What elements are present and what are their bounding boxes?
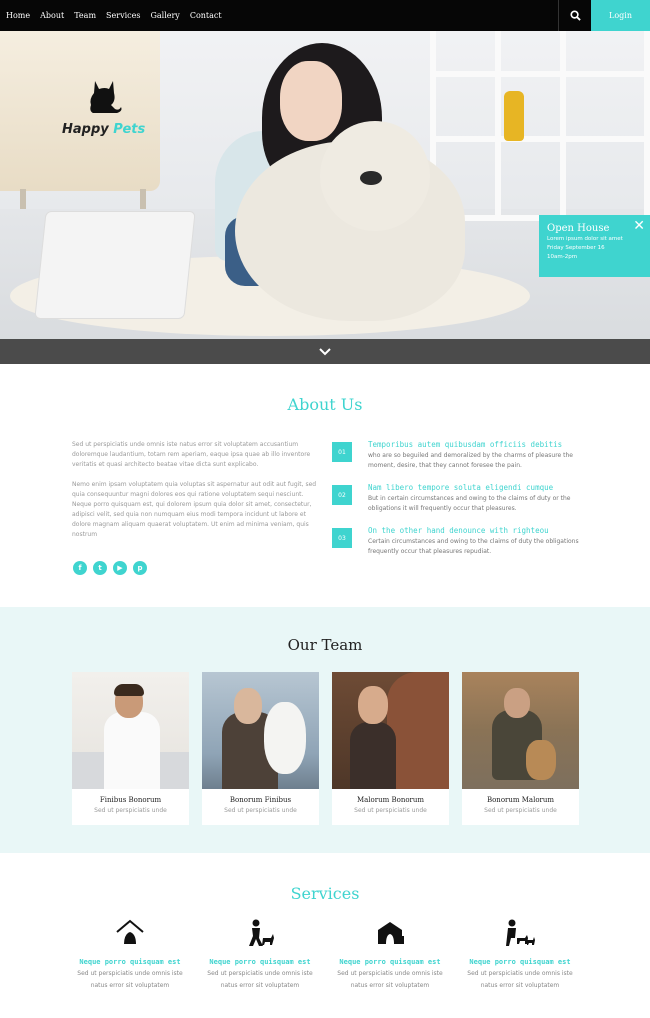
about-paragraph: Nemo enim ipsam voluptatem quia voluptas… xyxy=(72,481,317,538)
feature-number-badge: 02 xyxy=(332,485,352,505)
login-button[interactable]: Login xyxy=(591,0,650,31)
nav-link-about[interactable]: About xyxy=(40,11,64,20)
service-icon-wrap xyxy=(330,918,450,948)
hero-shelf-plank xyxy=(430,71,650,77)
service-item[interactable]: Neque porro quisquam est Sed ut perspici… xyxy=(70,918,190,992)
youtube-icon[interactable]: ▶ xyxy=(113,561,127,575)
hero-shelf-post xyxy=(560,31,566,221)
services-title: Services xyxy=(290,884,360,903)
hero-person-face xyxy=(280,61,342,141)
dog-walker-icon xyxy=(506,919,535,946)
hero-shelf xyxy=(430,31,650,221)
service-text: Sed ut perspiciatis unde omnis iste natu… xyxy=(337,970,443,989)
nav-link-contact[interactable]: Contact xyxy=(190,11,222,20)
feature-number-badge: 01 xyxy=(332,442,352,462)
service-title: Neque porro quisquam est xyxy=(79,958,181,966)
nav-link-team[interactable]: Team xyxy=(74,11,96,20)
service-title: Neque porro quisquam est xyxy=(469,958,571,966)
team-title: Our Team xyxy=(287,636,363,654)
nav-link-home[interactable]: Home xyxy=(6,11,30,20)
team-member-card[interactable]: Bonorum Finibus Sed ut perspiciatis unde xyxy=(202,672,319,825)
service-item[interactable]: Neque porro quisquam est Sed ut perspici… xyxy=(200,918,320,992)
team-member-role: Sed ut perspiciatis unde xyxy=(94,807,167,814)
hero-dog-nose xyxy=(360,171,382,185)
service-text: Sed ut perspiciatis unde omnis iste natu… xyxy=(207,970,313,989)
open-house-title: Open House xyxy=(547,223,610,234)
service-text: Sed ut perspiciatis unde omnis iste natu… xyxy=(77,970,183,989)
social-links: f t ▶ p xyxy=(73,561,147,575)
nav-link-services[interactable]: Services xyxy=(106,11,140,20)
pinterest-icon[interactable]: p xyxy=(133,561,147,575)
about-feature: 01 Temporibus autem quibusdam officiis d… xyxy=(332,440,582,476)
hero-vase xyxy=(504,91,524,141)
service-item[interactable]: Neque porro quisquam est Sed ut perspici… xyxy=(330,918,450,992)
hero-banner: Happy Pets xyxy=(0,31,650,339)
team-member-card[interactable]: Finibus Bonorum Sed ut perspiciatis unde xyxy=(72,672,189,825)
feature-text: But in certain circumstances and owing t… xyxy=(368,495,571,512)
service-title: Neque porro quisquam est xyxy=(339,958,441,966)
hero-sofa-leg xyxy=(140,189,146,209)
team-member-photo xyxy=(72,672,189,789)
feature-text: who are so beguiled and demoralized by t… xyxy=(368,452,573,469)
cat-icon xyxy=(90,81,122,113)
hero-shelf-plank xyxy=(430,136,650,142)
team-member-photo xyxy=(332,672,449,789)
about-paragraph: Sed ut perspiciatis unde omnis iste natu… xyxy=(72,441,311,468)
hero-sofa-leg xyxy=(20,189,26,209)
service-title: Neque porro quisquam est xyxy=(209,958,311,966)
service-icon-wrap xyxy=(70,918,190,948)
open-house-line: Friday September 16 xyxy=(547,244,605,251)
team-member-photo xyxy=(462,672,579,789)
open-house-line: 10am-2pm xyxy=(547,253,578,260)
team-member-card[interactable]: Bonorum Malorum Sed ut perspiciatis unde xyxy=(462,672,579,825)
service-item[interactable]: Neque porro quisquam est Sed ut perspici… xyxy=(460,918,580,992)
team-member-role: Sed ut perspiciatis unde xyxy=(484,807,557,814)
person-dog-icon xyxy=(249,919,274,946)
about-text: Sed ut perspiciatis unde omnis iste natu… xyxy=(72,440,322,540)
twitter-icon[interactable]: t xyxy=(93,561,107,575)
about-title: About Us xyxy=(287,395,363,414)
facebook-icon[interactable]: f xyxy=(73,561,87,575)
team-member-name: Bonorum Finibus xyxy=(229,796,292,804)
service-icon-wrap xyxy=(200,918,320,948)
team-member-name: Bonorum Malorum xyxy=(486,796,555,804)
close-icon[interactable]: ✕ xyxy=(633,219,645,233)
logo-word-happy: Happy xyxy=(62,122,109,137)
about-feature: 02 Nam libero tempore soluta eligendi cu… xyxy=(332,483,582,519)
feature-number-badge: 03 xyxy=(332,528,352,548)
chevron-down-icon xyxy=(319,347,331,355)
about-feature: 03 On the other hand denounce with right… xyxy=(332,526,582,562)
feature-title[interactable]: Temporibus autem quibusdam officiis debi… xyxy=(368,440,562,449)
scroll-down-bar[interactable] xyxy=(0,339,650,364)
top-navbar: Home About Team Services Gallery Contact… xyxy=(0,0,650,31)
feature-title[interactable]: Nam libero tempore soluta eligendi cumqu… xyxy=(368,483,553,492)
team-member-name: Malorum Bonorum xyxy=(356,796,425,804)
team-member-role: Sed ut perspiciatis unde xyxy=(354,807,427,814)
dog-house-icon xyxy=(116,919,144,944)
service-text: Sed ut perspiciatis unde omnis iste natu… xyxy=(467,970,573,989)
feature-text: Certain circumstances and owing to the c… xyxy=(368,538,579,555)
service-icon-wrap xyxy=(460,918,580,948)
logo-text: Happy Pets xyxy=(62,122,162,137)
hero-shelf-post xyxy=(495,31,501,221)
team-member-card[interactable]: Malorum Bonorum Sed ut perspiciatis unde xyxy=(332,672,449,825)
search-icon xyxy=(569,10,581,21)
nav-link-gallery[interactable]: Gallery xyxy=(150,11,179,20)
nav-links: Home About Team Services Gallery Contact xyxy=(6,0,232,31)
team-member-photo xyxy=(202,672,319,789)
team-member-role: Sed ut perspiciatis unde xyxy=(224,807,297,814)
site-logo[interactable]: Happy Pets xyxy=(62,75,152,145)
team-member-name: Finibus Bonorum xyxy=(99,796,162,804)
open-house-line: Lorem ipsum dolor sit amet xyxy=(547,236,623,242)
open-house-card: ✕ Open House Lorem ipsum dolor sit amet … xyxy=(539,215,650,277)
kennel-icon xyxy=(378,922,404,944)
feature-title[interactable]: On the other hand denounce with righteou xyxy=(368,526,549,535)
hero-laptop xyxy=(34,211,196,319)
logo-word-pets: Pets xyxy=(113,122,146,137)
team-section: Our Team Finibus Bonorum Sed ut perspici… xyxy=(0,607,650,853)
search-button[interactable] xyxy=(558,0,591,31)
